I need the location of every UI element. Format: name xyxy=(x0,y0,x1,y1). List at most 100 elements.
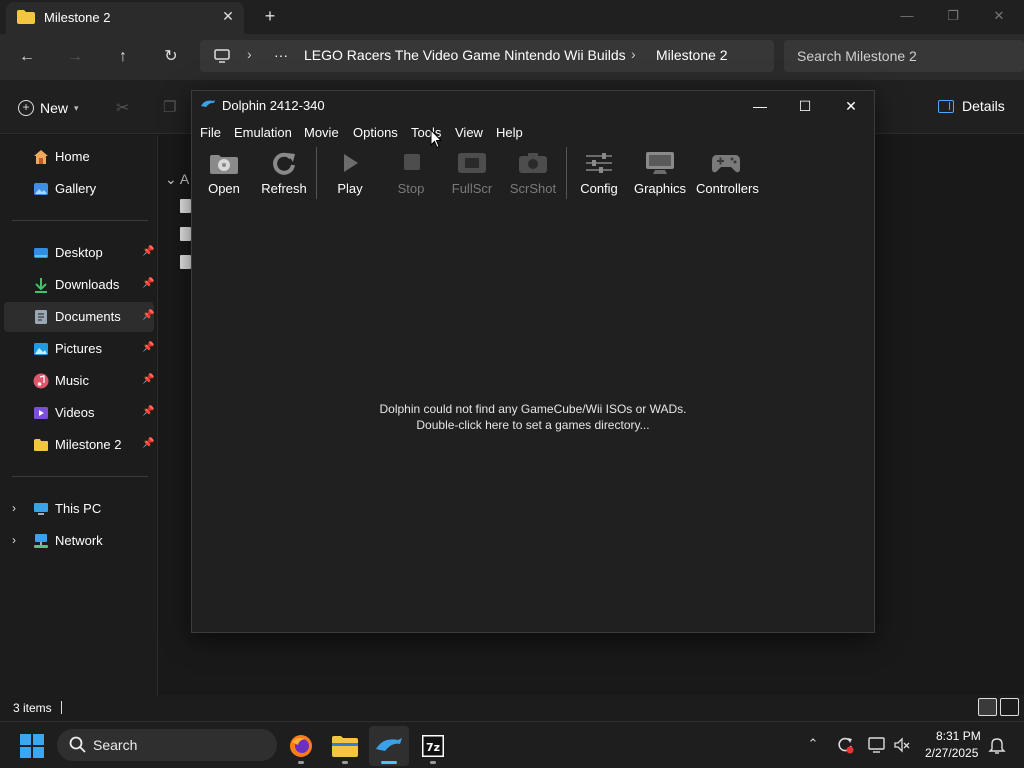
menu-file[interactable]: File xyxy=(200,125,221,140)
sidebar-item-videos[interactable]: Videos 📌 xyxy=(4,398,154,428)
stop-button[interactable]: Stop xyxy=(381,147,441,199)
chevron-right-icon[interactable]: › xyxy=(12,501,16,515)
dolphin-titlebar[interactable]: Dolphin 2412-340 — ☐ ✕ xyxy=(192,91,874,119)
taskbar-search[interactable]: Search xyxy=(57,729,277,761)
minimize-icon[interactable]: — xyxy=(884,4,930,28)
chevron-down-icon: ▾ xyxy=(74,102,79,113)
menu-options[interactable]: Options xyxy=(353,125,398,140)
file-icon[interactable] xyxy=(180,199,191,213)
graphics-icon xyxy=(646,152,674,174)
fullscreen-button[interactable]: FullScr xyxy=(442,147,502,199)
status-separator xyxy=(61,701,62,714)
tool-label: Controllers xyxy=(696,181,759,196)
file-icon[interactable] xyxy=(180,227,191,241)
taskbar-app-file-explorer[interactable] xyxy=(325,726,365,766)
pin-icon[interactable]: 📌 xyxy=(142,406,154,417)
forward-icon[interactable]: → xyxy=(61,44,89,70)
dolphin-menubar: File Emulation Movie Options Tools View … xyxy=(192,121,874,143)
chevron-up-icon[interactable]: ⌃ xyxy=(804,736,822,754)
sidebar-item-home[interactable]: Home xyxy=(4,142,154,172)
play-button[interactable]: Play xyxy=(320,147,380,199)
dolphin-maximize-icon[interactable]: ☐ xyxy=(785,95,825,117)
open-button[interactable]: Open xyxy=(194,147,254,199)
sidebar-item-downloads[interactable]: Downloads 📌 xyxy=(4,270,154,300)
sidebar-item-gallery[interactable]: Gallery xyxy=(4,174,154,204)
breadcrumb-item[interactable]: LEGO Racers The Video Game Nintendo Wii … xyxy=(304,47,626,63)
restore-icon[interactable]: ❐ xyxy=(930,4,976,28)
pin-icon[interactable]: 📌 xyxy=(142,310,154,321)
stop-icon xyxy=(404,154,420,170)
sidebar-item-network[interactable]: › Network xyxy=(4,526,154,556)
pin-icon[interactable]: 📌 xyxy=(142,278,154,289)
chevron-right-icon: › xyxy=(247,46,252,62)
folder-icon xyxy=(34,439,48,451)
close-window-icon[interactable]: ✕ xyxy=(976,4,1022,28)
back-icon[interactable]: ← xyxy=(13,44,41,70)
cut-icon[interactable]: ✂ xyxy=(116,98,129,118)
7zip-icon: 7z xyxy=(422,735,444,757)
taskbar-app-7zip[interactable]: 7z xyxy=(413,726,453,766)
dolphin-close-icon[interactable]: ✕ xyxy=(831,95,871,117)
new-tab-icon[interactable]: + xyxy=(260,6,280,26)
new-button[interactable]: + New ▾ xyxy=(18,96,79,120)
pin-icon[interactable]: 📌 xyxy=(142,246,154,257)
group-header[interactable]: ⌄ A xyxy=(165,171,189,188)
breadcrumb-item[interactable]: Milestone 2 xyxy=(656,47,728,63)
details-view-icon[interactable] xyxy=(978,698,997,716)
close-tab-icon[interactable]: ✕ xyxy=(218,6,238,26)
chevron-right-icon[interactable]: › xyxy=(12,533,16,547)
graphics-button[interactable]: Graphics xyxy=(630,147,690,199)
menu-view[interactable]: View xyxy=(455,125,483,140)
navigation-pane: Home Gallery Desktop 📌 Downloads 📌 Docum… xyxy=(0,135,158,695)
sidebar-item-milestone-2[interactable]: Milestone 2 📌 xyxy=(4,430,154,460)
new-button-label: New xyxy=(40,100,69,116)
open-icon xyxy=(210,155,238,174)
search-input[interactable]: Search Milestone 2 xyxy=(784,40,1024,72)
menu-movie[interactable]: Movie xyxy=(304,125,339,140)
monitor-icon xyxy=(214,49,230,63)
pin-icon[interactable]: 📌 xyxy=(142,342,154,353)
gallery-icon xyxy=(34,183,48,195)
menu-help[interactable]: Help xyxy=(496,125,523,140)
running-indicator xyxy=(430,761,436,764)
taskbar-app-firefox[interactable] xyxy=(281,726,321,766)
menu-emulation[interactable]: Emulation xyxy=(234,125,292,140)
details-button[interactable]: Details xyxy=(938,98,1005,114)
controllers-button[interactable]: Controllers xyxy=(696,147,759,199)
mouse-cursor-icon xyxy=(430,129,442,149)
clock-date[interactable]: 2/27/2025 xyxy=(925,746,978,760)
address-bar[interactable]: › ··· LEGO Racers The Video Game Nintend… xyxy=(200,40,774,72)
refresh-icon[interactable]: ↻ xyxy=(157,44,185,70)
pin-icon[interactable]: 📌 xyxy=(142,374,154,385)
sidebar-item-desktop[interactable]: Desktop 📌 xyxy=(4,238,154,268)
game-list[interactable]: Dolphin could not find any GameCube/Wii … xyxy=(192,201,874,632)
sidebar-item-pictures[interactable]: Pictures 📌 xyxy=(4,334,154,364)
screenshot-button[interactable]: ScrShot xyxy=(503,147,563,199)
sidebar-item-documents[interactable]: Documents 📌 xyxy=(4,302,154,332)
config-button[interactable]: Config xyxy=(569,147,629,199)
explorer-tab[interactable]: Milestone 2 ✕ xyxy=(6,2,244,34)
notification-bell-icon[interactable] xyxy=(988,736,1006,754)
set-directory-hint[interactable]: Double-click here to set a games directo… xyxy=(192,418,874,432)
sync-icon[interactable] xyxy=(836,736,854,754)
volume-muted-icon[interactable] xyxy=(893,736,911,754)
network-icon xyxy=(34,534,48,548)
taskbar-app-dolphin[interactable] xyxy=(369,726,409,766)
copy-icon[interactable]: ❐ xyxy=(163,98,176,116)
refresh-button[interactable]: Refresh xyxy=(254,147,314,199)
windows-start-icon[interactable] xyxy=(20,734,44,758)
clock-time[interactable]: 8:31 PM xyxy=(936,729,981,743)
sidebar-item-this-pc[interactable]: › This PC xyxy=(4,494,154,524)
file-icon[interactable] xyxy=(180,255,191,269)
sidebar-item-label: Videos xyxy=(55,405,95,420)
play-icon xyxy=(344,154,358,172)
dolphin-minimize-icon[interactable]: — xyxy=(740,95,780,117)
breadcrumb-more[interactable]: ··· xyxy=(274,47,288,63)
network-status-icon[interactable] xyxy=(868,736,886,754)
pin-icon[interactable]: 📌 xyxy=(142,438,154,449)
up-icon[interactable]: ↑ xyxy=(109,44,137,70)
sidebar-item-music[interactable]: Music 📌 xyxy=(4,366,154,396)
sidebar-divider xyxy=(12,476,148,477)
tool-label: ScrShot xyxy=(509,181,557,196)
tiles-view-icon[interactable] xyxy=(1000,698,1019,716)
